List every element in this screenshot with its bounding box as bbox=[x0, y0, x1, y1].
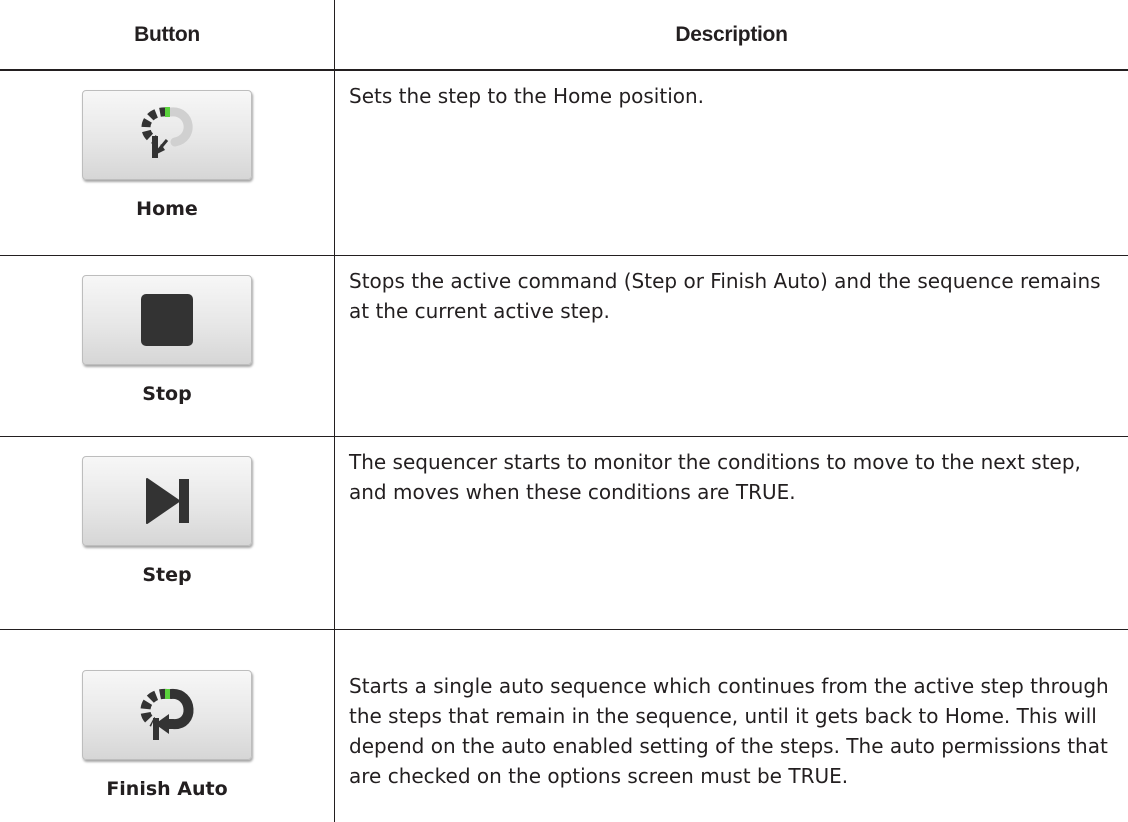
step-button[interactable] bbox=[82, 455, 252, 546]
table-row-stop: Stop Stops the active command (Step or F… bbox=[0, 255, 1128, 436]
button-description-table: Button Description Home Sets the step to… bbox=[0, 0, 1128, 822]
step-description: The sequencer starts to monitor the cond… bbox=[349, 449, 1081, 504]
home-button[interactable] bbox=[82, 90, 252, 180]
button-cell: Finish Auto bbox=[0, 629, 335, 822]
stop-description: Stops the active command (Step or Finish… bbox=[349, 268, 1101, 323]
finish-auto-button[interactable] bbox=[82, 670, 252, 761]
button-cell: Step bbox=[0, 436, 335, 629]
header-description: Description bbox=[334, 0, 1128, 71]
finish-auto-description: Starts a single auto sequence which cont… bbox=[349, 673, 1109, 788]
stop-label: Stop bbox=[142, 382, 192, 405]
table-header-row: Button Description bbox=[0, 0, 1128, 71]
stop-icon bbox=[137, 290, 197, 350]
button-cell: Stop bbox=[0, 255, 335, 436]
header-button: Button bbox=[0, 0, 335, 71]
home-icon bbox=[131, 102, 203, 168]
button-cell: Home bbox=[0, 70, 335, 255]
step-label: Step bbox=[142, 563, 192, 586]
home-label: Home bbox=[136, 198, 198, 220]
table-row-home: Home Sets the step to the Home position. bbox=[0, 70, 1128, 255]
table-row-step: Step The sequencer starts to monitor the… bbox=[0, 436, 1128, 629]
step-icon bbox=[137, 471, 197, 531]
finish-auto-label: Finish Auto bbox=[106, 778, 228, 801]
home-description: Sets the step to the Home position. bbox=[349, 84, 705, 108]
table-row-finish-auto: Finish Auto Starts a single auto sequenc… bbox=[0, 629, 1128, 822]
finish-auto-icon bbox=[131, 682, 203, 748]
stop-button[interactable] bbox=[82, 274, 252, 365]
